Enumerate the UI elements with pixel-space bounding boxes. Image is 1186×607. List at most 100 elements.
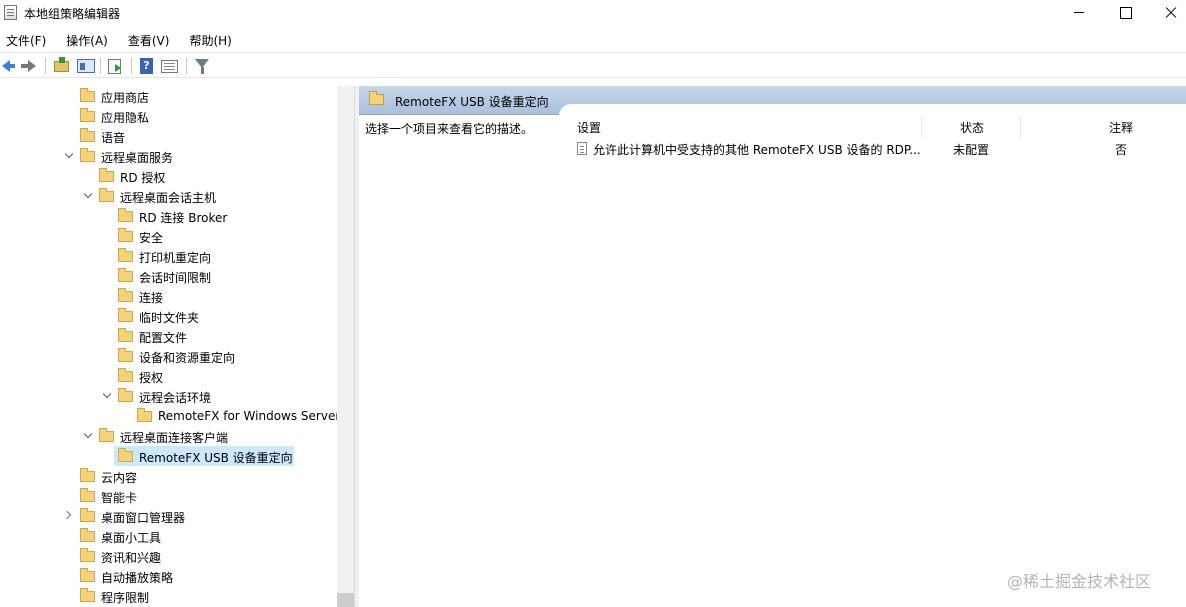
tree-node[interactable]: RD 连接 Broker [116, 206, 256, 226]
policy-setting-icon [577, 142, 587, 155]
standard-tab-area [559, 104, 1186, 116]
show-hide-tree-icon [77, 59, 95, 73]
up-one-level-button[interactable] [52, 56, 72, 76]
tree-node-label: 连接 [139, 291, 164, 305]
folder-icon [118, 448, 133, 462]
tree-node[interactable]: 自动播放策略 [78, 566, 188, 586]
back-button[interactable] [0, 56, 20, 76]
column-header-state[interactable]: 状态 [960, 119, 984, 136]
tree-node-label: 临时文件夹 [139, 311, 200, 325]
tree-node[interactable]: 应用隐私 [78, 106, 178, 126]
tree-node-selected[interactable]: RemoteFX USB 设备重定向 [114, 446, 294, 466]
folder-icon [118, 288, 133, 302]
description-text: 选择一个项目来查看它的描述。 [365, 122, 534, 136]
column-headers: 设置 状态 注释 [569, 116, 1186, 138]
setting-name: 允许此计算机中受支持的其他 RemoteFX USB 设备的 RDP... [593, 143, 921, 157]
tree-node-label: RD 连接 Broker [139, 211, 228, 225]
setting-state: 未配置 [953, 143, 990, 157]
folder-icon [369, 91, 384, 105]
column-header-comment[interactable]: 注释 [1109, 119, 1133, 136]
expand-chevron-icon[interactable] [103, 391, 113, 401]
tree-node-label: RemoteFX for Windows Server [158, 409, 341, 423]
tree-node[interactable]: 云内容 [78, 466, 178, 486]
tree-node-label: RemoteFX USB 设备重定向 [139, 451, 293, 465]
collapsed-chevron-icon[interactable] [64, 511, 74, 521]
tree-node[interactable]: 打印机重定向 [116, 246, 236, 266]
menu-view[interactable]: 查看(V) [122, 27, 178, 51]
tree-node-label: 设备和资源重定向 [139, 351, 236, 365]
toolbar-separator [131, 58, 132, 74]
tree-node-label: 桌面小工具 [101, 531, 162, 545]
tree-node[interactable]: 应用商店 [78, 86, 178, 106]
tree-node-label: 远程桌面服务 [101, 151, 174, 165]
expand-chevron-icon[interactable] [84, 191, 94, 201]
tree-node[interactable]: 程序限制 [78, 586, 178, 606]
tree-node[interactable]: 桌面窗口管理器 [62, 506, 202, 526]
tree-node[interactable]: 配置文件 [116, 326, 236, 346]
window-title: 本地组策略编辑器 [24, 7, 121, 21]
tree-node[interactable]: 连接 [116, 286, 216, 306]
tree-node-label: 智能卡 [101, 491, 138, 505]
tree-node-label: 程序限制 [101, 591, 150, 605]
tree-node-label: 应用商店 [101, 91, 150, 105]
menu-action[interactable]: 操作(A) [60, 27, 116, 51]
tree-node[interactable]: RemoteFX for Windows Server [135, 406, 341, 426]
tree-node-label: 授权 [139, 371, 164, 385]
tree-scrollbar-thumb[interactable] [337, 593, 354, 607]
tree-node[interactable]: 桌面小工具 [78, 526, 178, 546]
tree-node[interactable]: 临时文件夹 [116, 306, 236, 326]
title-bar: 本地组策略编辑器 [0, 0, 1186, 26]
column-divider[interactable] [921, 116, 922, 138]
folder-icon [80, 88, 95, 102]
tree-node[interactable]: 远程桌面服务 [62, 146, 202, 166]
forward-button[interactable] [20, 56, 40, 76]
close-button[interactable] [1148, 0, 1186, 26]
column-divider[interactable] [1020, 116, 1021, 138]
folder-icon [80, 548, 95, 562]
menu-bar: 文件(F) 操作(A) 查看(V) 帮助(H) [0, 27, 1186, 51]
tree-node[interactable]: 授权 [116, 366, 216, 386]
tree-node[interactable]: 设备和资源重定向 [116, 346, 256, 366]
tree-node-label: 资讯和兴趣 [101, 551, 162, 565]
folder-icon [80, 108, 95, 122]
show-hide-tree-button[interactable] [76, 56, 96, 76]
setting-comment: 否 [1115, 143, 1128, 157]
help-button[interactable]: ? [137, 56, 157, 76]
tree-node-label: 远程桌面连接客户端 [120, 431, 229, 445]
export-list-button[interactable] [106, 56, 126, 76]
watermark: @稀土掘金技术社区 [1007, 572, 1152, 591]
folder-icon [118, 388, 133, 402]
folder-icon [80, 568, 95, 582]
tree-node[interactable]: 语音 [78, 126, 178, 146]
tree-node[interactable]: 安全 [116, 226, 216, 246]
tree-node[interactable]: 会话时间限制 [116, 266, 236, 286]
menu-file[interactable]: 文件(F) [0, 27, 54, 51]
view-button[interactable] [160, 56, 180, 76]
toolbar-separator [45, 58, 46, 74]
folder-icon [99, 168, 114, 182]
tree-node-label: 配置文件 [139, 331, 188, 345]
column-header-setting[interactable]: 设置 [577, 119, 601, 136]
tree-scrollbar[interactable] [337, 86, 354, 607]
folder-icon [80, 588, 95, 602]
export-list-icon [108, 59, 121, 74]
filter-button[interactable] [192, 56, 212, 76]
folder-icon [118, 368, 133, 382]
tree-node[interactable]: RD 授权 [97, 166, 197, 186]
maximize-button[interactable] [1102, 0, 1148, 26]
expand-chevron-icon[interactable] [65, 151, 75, 161]
details-header-title: RemoteFX USB 设备重定向 [395, 95, 549, 109]
back-arrow-icon [2, 60, 15, 72]
minimize-button[interactable] [1056, 0, 1102, 26]
expand-chevron-icon[interactable] [84, 431, 94, 441]
menu-help[interactable]: 帮助(H) [183, 27, 239, 51]
tree-node[interactable]: 远程桌面连接客户端 [81, 426, 241, 446]
tree-node[interactable]: 远程桌面会话主机 [81, 186, 241, 206]
tree-node[interactable]: 智能卡 [78, 486, 178, 506]
folder-icon [118, 328, 133, 342]
tree-node[interactable]: 资讯和兴趣 [78, 546, 178, 566]
tree-node[interactable]: 远程会话环境 [100, 386, 240, 406]
setting-row[interactable]: 允许此计算机中受支持的其他 RemoteFX USB 设备的 RDP... 未配… [569, 139, 1186, 159]
tree-node-label: 会话时间限制 [139, 271, 212, 285]
tree-node-label: 远程桌面会话主机 [120, 191, 217, 205]
